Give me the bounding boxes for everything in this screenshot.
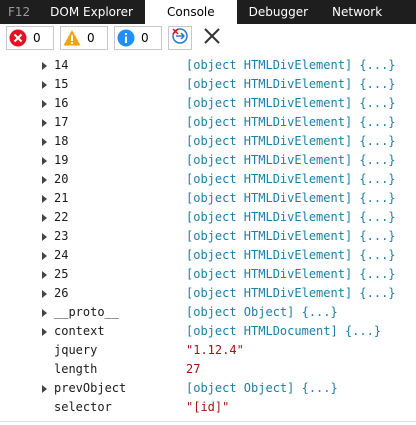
console-output: 14 [object HTMLDivElement] {...} 15 [object… (0, 56, 416, 425)
info-filter-button[interactable]: 0 (114, 26, 162, 50)
console-row: jquery "1.12.4" (0, 341, 416, 360)
property-value[interactable]: [object HTMLDivElement] {...} (186, 132, 396, 151)
property-value: 27 (186, 362, 201, 376)
expand-arrow-icon[interactable] (42, 119, 47, 127)
property-value[interactable]: [object HTMLDivElement] {...} (186, 189, 396, 208)
console-row[interactable]: 20 [object HTMLDivElement] {...} (0, 170, 416, 189)
property-key: 14 (54, 58, 69, 72)
console-row[interactable]: 21 [object HTMLDivElement] {...} (0, 189, 416, 208)
expand-arrow-icon[interactable] (42, 81, 47, 89)
property-value: "[id]" (186, 400, 230, 414)
warning-icon (63, 29, 81, 47)
warnings-filter-button[interactable]: 0 (60, 26, 108, 50)
property-key: jquery (54, 343, 98, 357)
console-row[interactable]: 17 [object HTMLDivElement] {...} (0, 113, 416, 132)
expand-arrow-icon[interactable] (42, 328, 47, 336)
devtools-tab-bar: F12 DOM Explorer Console Debugger Networ… (0, 0, 416, 24)
property-value[interactable]: [object Object] {...} (186, 303, 338, 322)
property-value[interactable]: [object HTMLDivElement] {...} (186, 56, 396, 75)
tab-network[interactable]: Network (320, 0, 394, 24)
property-value[interactable]: [object HTMLDivElement] {...} (186, 227, 396, 246)
expand-arrow-icon[interactable] (42, 138, 47, 146)
console-row[interactable]: context [object HTMLDocument] {...} (0, 322, 416, 341)
property-value[interactable]: [object HTMLDivElement] {...} (186, 170, 396, 189)
console-row[interactable]: 23 [object HTMLDivElement] {...} (0, 227, 416, 246)
property-key: 23 (54, 229, 69, 243)
expand-arrow-icon[interactable] (42, 214, 47, 222)
expand-arrow-icon[interactable] (42, 271, 47, 279)
property-key: 17 (54, 115, 69, 129)
console-toolbar: 0 0 0 (0, 24, 416, 52)
console-row[interactable]: 26 [object HTMLDivElement] {...} (0, 284, 416, 303)
property-value[interactable]: [object HTMLDivElement] {...} (186, 94, 396, 113)
error-icon (9, 29, 27, 47)
console-row[interactable]: 24 [object HTMLDivElement] {...} (0, 246, 416, 265)
property-value[interactable]: [object HTMLDivElement] {...} (186, 246, 396, 265)
property-key: 19 (54, 153, 69, 167)
expand-arrow-icon[interactable] (42, 157, 47, 165)
property-value[interactable]: [object HTMLDivElement] {...} (186, 208, 396, 227)
tab-console[interactable]: Console (145, 0, 237, 24)
property-key: prevObject (54, 381, 127, 395)
property-value[interactable]: [object HTMLDivElement] {...} (186, 113, 396, 132)
property-key: 16 (54, 96, 69, 110)
property-key: 26 (54, 286, 69, 300)
property-key: context (54, 324, 105, 338)
console-row[interactable]: 18 [object HTMLDivElement] {...} (0, 132, 416, 151)
expand-arrow-icon[interactable] (42, 100, 47, 108)
property-key: 25 (54, 267, 69, 281)
info-count: 0 (141, 31, 149, 45)
tab-f12: F12 (8, 5, 31, 19)
property-value[interactable]: [object HTMLDivElement] {...} (186, 265, 396, 284)
console-row[interactable]: 22 [object HTMLDivElement] {...} (0, 208, 416, 227)
expand-arrow-icon[interactable] (42, 385, 47, 393)
errors-filter-button[interactable]: 0 (6, 26, 54, 50)
warnings-count: 0 (87, 31, 95, 45)
property-key: 20 (54, 172, 69, 186)
tab-dom-explorer[interactable]: DOM Explorer (38, 0, 145, 24)
console-row[interactable]: 14 [object HTMLDivElement] {...} (0, 56, 416, 75)
property-key: 21 (54, 191, 69, 205)
property-value[interactable]: [object HTMLDivElement] {...} (186, 151, 396, 170)
expand-arrow-icon[interactable] (42, 233, 47, 241)
console-row[interactable]: 25 [object HTMLDivElement] {...} (0, 265, 416, 284)
property-key: 18 (54, 134, 69, 148)
property-key: 22 (54, 210, 69, 224)
expand-arrow-icon[interactable] (42, 176, 47, 184)
info-icon (117, 29, 135, 47)
errors-count: 0 (33, 31, 41, 45)
property-key: 15 (54, 77, 69, 91)
expand-arrow-icon[interactable] (42, 195, 47, 203)
property-key: __proto__ (54, 305, 120, 319)
property-value: "1.12.4" (186, 343, 244, 357)
clear-on-navigate-icon (170, 26, 190, 50)
property-value[interactable]: [object HTMLDivElement] {...} (186, 284, 396, 303)
console-row[interactable]: 15 [object HTMLDivElement] {...} (0, 75, 416, 94)
expand-arrow-icon[interactable] (42, 309, 47, 317)
console-row[interactable]: 19 [object HTMLDivElement] {...} (0, 151, 416, 170)
clear-console-button[interactable] (200, 26, 224, 50)
clear-on-navigate-button[interactable] (168, 26, 192, 50)
property-key: 24 (54, 248, 69, 262)
property-value[interactable]: [object HTMLDocument] {...} (186, 322, 381, 341)
close-x-icon (203, 27, 221, 49)
console-row[interactable]: prevObject [object Object] {...} (0, 379, 416, 398)
expand-arrow-icon[interactable] (42, 62, 47, 70)
property-key: selector (54, 400, 112, 414)
property-value[interactable]: [object Object] {...} (186, 379, 338, 398)
console-row[interactable]: __proto__ [object Object] {...} (0, 303, 416, 322)
console-row: length 27 (0, 360, 416, 379)
tab-debugger[interactable]: Debugger (237, 0, 320, 24)
expand-arrow-icon[interactable] (42, 290, 47, 298)
property-key: length (54, 362, 98, 376)
divider (0, 421, 416, 422)
property-value[interactable]: [object HTMLDivElement] {...} (186, 75, 396, 94)
console-row: selector "[id]" (0, 398, 416, 417)
console-row[interactable]: 16 [object HTMLDivElement] {...} (0, 94, 416, 113)
expand-arrow-icon[interactable] (42, 252, 47, 260)
